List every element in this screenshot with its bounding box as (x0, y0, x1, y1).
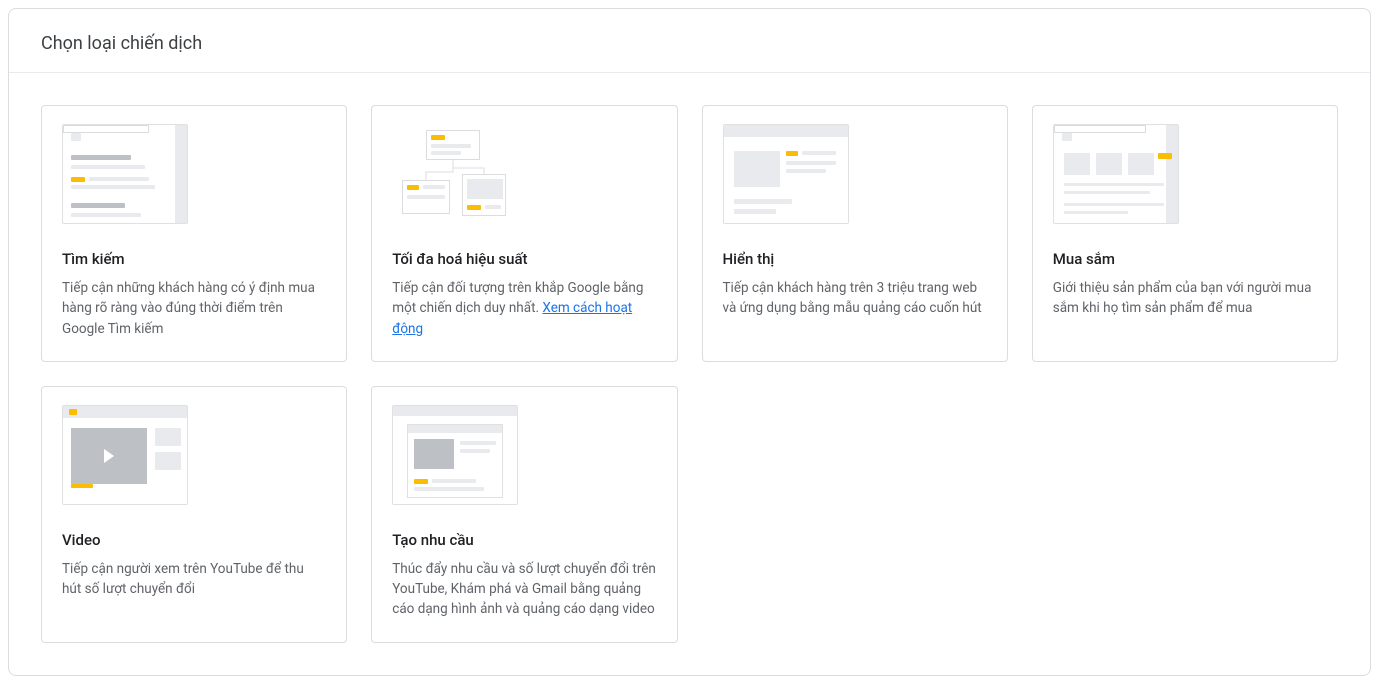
card-title: Mua sắm (1053, 250, 1317, 268)
display-thumbnail-icon (723, 124, 849, 224)
card-description: Tiếp cận người xem trên YouTube để thu h… (62, 559, 326, 600)
panel-title: Chọn loại chiến dịch (9, 9, 1370, 73)
card-description: Thúc đẩy nhu cầu và số lượt chuyển đổi t… (392, 559, 656, 620)
campaign-card-display[interactable]: Hiển thị Tiếp cận khách hàng trên 3 triệ… (702, 105, 1008, 362)
card-title: Tìm kiếm (62, 250, 326, 268)
pmax-thumbnail-icon (392, 124, 518, 224)
campaign-card-performance-max[interactable]: Tối đa hoá hiệu suất Tiếp cận đối tượng … (371, 105, 677, 362)
search-thumbnail-icon (62, 124, 188, 224)
campaign-card-shopping[interactable]: Mua sắm Giới thiệu sản phẩm của bạn với … (1032, 105, 1338, 362)
campaign-type-panel: Chọn loại chiến dịch Tìm kiếm Tiếp cận n… (8, 8, 1371, 676)
shopping-thumbnail-icon (1053, 124, 1179, 224)
card-description: Giới thiệu sản phẩm của bạn với người mu… (1053, 278, 1317, 319)
card-description: Tiếp cận đối tượng trên khắp Google bằng… (392, 278, 656, 339)
card-title: Hiển thị (723, 250, 987, 268)
card-title: Tạo nhu cầu (392, 531, 656, 549)
campaign-card-search[interactable]: Tìm kiếm Tiếp cận những khách hàng có ý … (41, 105, 347, 362)
campaign-card-video[interactable]: Video Tiếp cận người xem trên YouTube để… (41, 386, 347, 643)
card-title: Video (62, 531, 326, 549)
video-thumbnail-icon (62, 405, 188, 505)
campaign-type-grid: Tìm kiếm Tiếp cận những khách hàng có ý … (9, 73, 1370, 675)
campaign-card-demand-gen[interactable]: Tạo nhu cầu Thúc đẩy nhu cầu và số lượt … (371, 386, 677, 643)
card-description: Tiếp cận những khách hàng có ý định mua … (62, 278, 326, 339)
demand-gen-thumbnail-icon (392, 405, 518, 505)
card-title: Tối đa hoá hiệu suất (392, 250, 656, 268)
card-description: Tiếp cận khách hàng trên 3 triệu trang w… (723, 278, 987, 319)
